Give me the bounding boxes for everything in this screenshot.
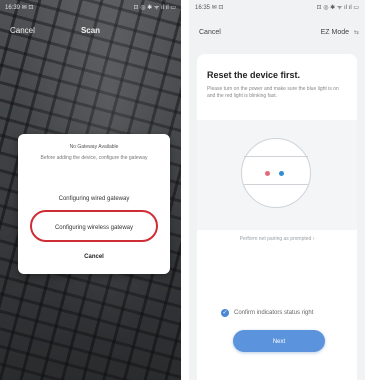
status-icons: ⊡ ◎ ✱ ᯤ ıl ıl ▭: [133, 5, 176, 11]
device-outline-top: [244, 156, 308, 157]
reset-card: Reset the device first. Please turn on t…: [197, 54, 357, 380]
dialog-description: Before adding the device, configure the …: [40, 155, 148, 161]
cancel-button[interactable]: Cancel: [199, 29, 221, 36]
red-led-icon: [265, 171, 270, 176]
switch-mode-icon[interactable]: ⇆: [354, 29, 359, 36]
right-phone-screen: 16:35 ✉ ⊡ ⊡ ◎ ✱ ᯤ ıl ıl ▭ Cancel EZ Mode…: [189, 0, 365, 380]
checkmark-icon[interactable]: ✓: [221, 309, 229, 317]
confirm-indicators-checkbox[interactable]: ✓ Confirm indicators status right: [221, 308, 313, 318]
dialog-title: No Gateway Available: [69, 144, 119, 150]
next-button[interactable]: Next: [233, 330, 325, 352]
reset-instructions: Please turn on the power and make sure t…: [207, 86, 339, 99]
status-bar: 16:35 ✉ ⊡ ⊡ ◎ ✱ ᯤ ıl ıl ▭: [189, 0, 365, 14]
status-time: 16:39 ✉ ⊡: [5, 4, 34, 11]
reset-header: Cancel EZ Mode ⇆: [189, 29, 365, 41]
ez-mode-button[interactable]: EZ Mode: [321, 29, 349, 36]
scan-header: Scan Cancel: [0, 26, 181, 40]
status-time: 16:35 ✉ ⊡: [195, 4, 224, 11]
device-icon: [241, 138, 311, 208]
wireless-gateway-option[interactable]: Configuring wireless gateway: [32, 218, 156, 238]
device-illustration: [197, 120, 357, 230]
pairing-help-link[interactable]: Perform net pairing as prompted ›: [197, 236, 357, 242]
blue-led-icon: [279, 171, 284, 176]
device-outline-bottom: [244, 184, 308, 185]
status-icons: ⊡ ◎ ✱ ᯤ ıl ıl ▭: [316, 5, 359, 11]
cancel-button[interactable]: Cancel: [10, 26, 35, 35]
wired-gateway-option[interactable]: Configuring wired gateway: [32, 194, 156, 204]
gateway-dialog: No Gateway Available Before adding the d…: [18, 134, 170, 274]
confirm-label: Confirm indicators status right: [234, 310, 314, 316]
dialog-cancel-button[interactable]: Cancel: [32, 252, 156, 262]
status-bar: 16:39 ✉ ⊡ ⊡ ◎ ✱ ᯤ ıl ıl ▭: [0, 0, 181, 14]
left-phone-screen: 16:39 ✉ ⊡ ⊡ ◎ ✱ ᯤ ıl ıl ▭ Scan Cancel No…: [0, 0, 181, 380]
reset-title: Reset the device first.: [207, 70, 301, 80]
